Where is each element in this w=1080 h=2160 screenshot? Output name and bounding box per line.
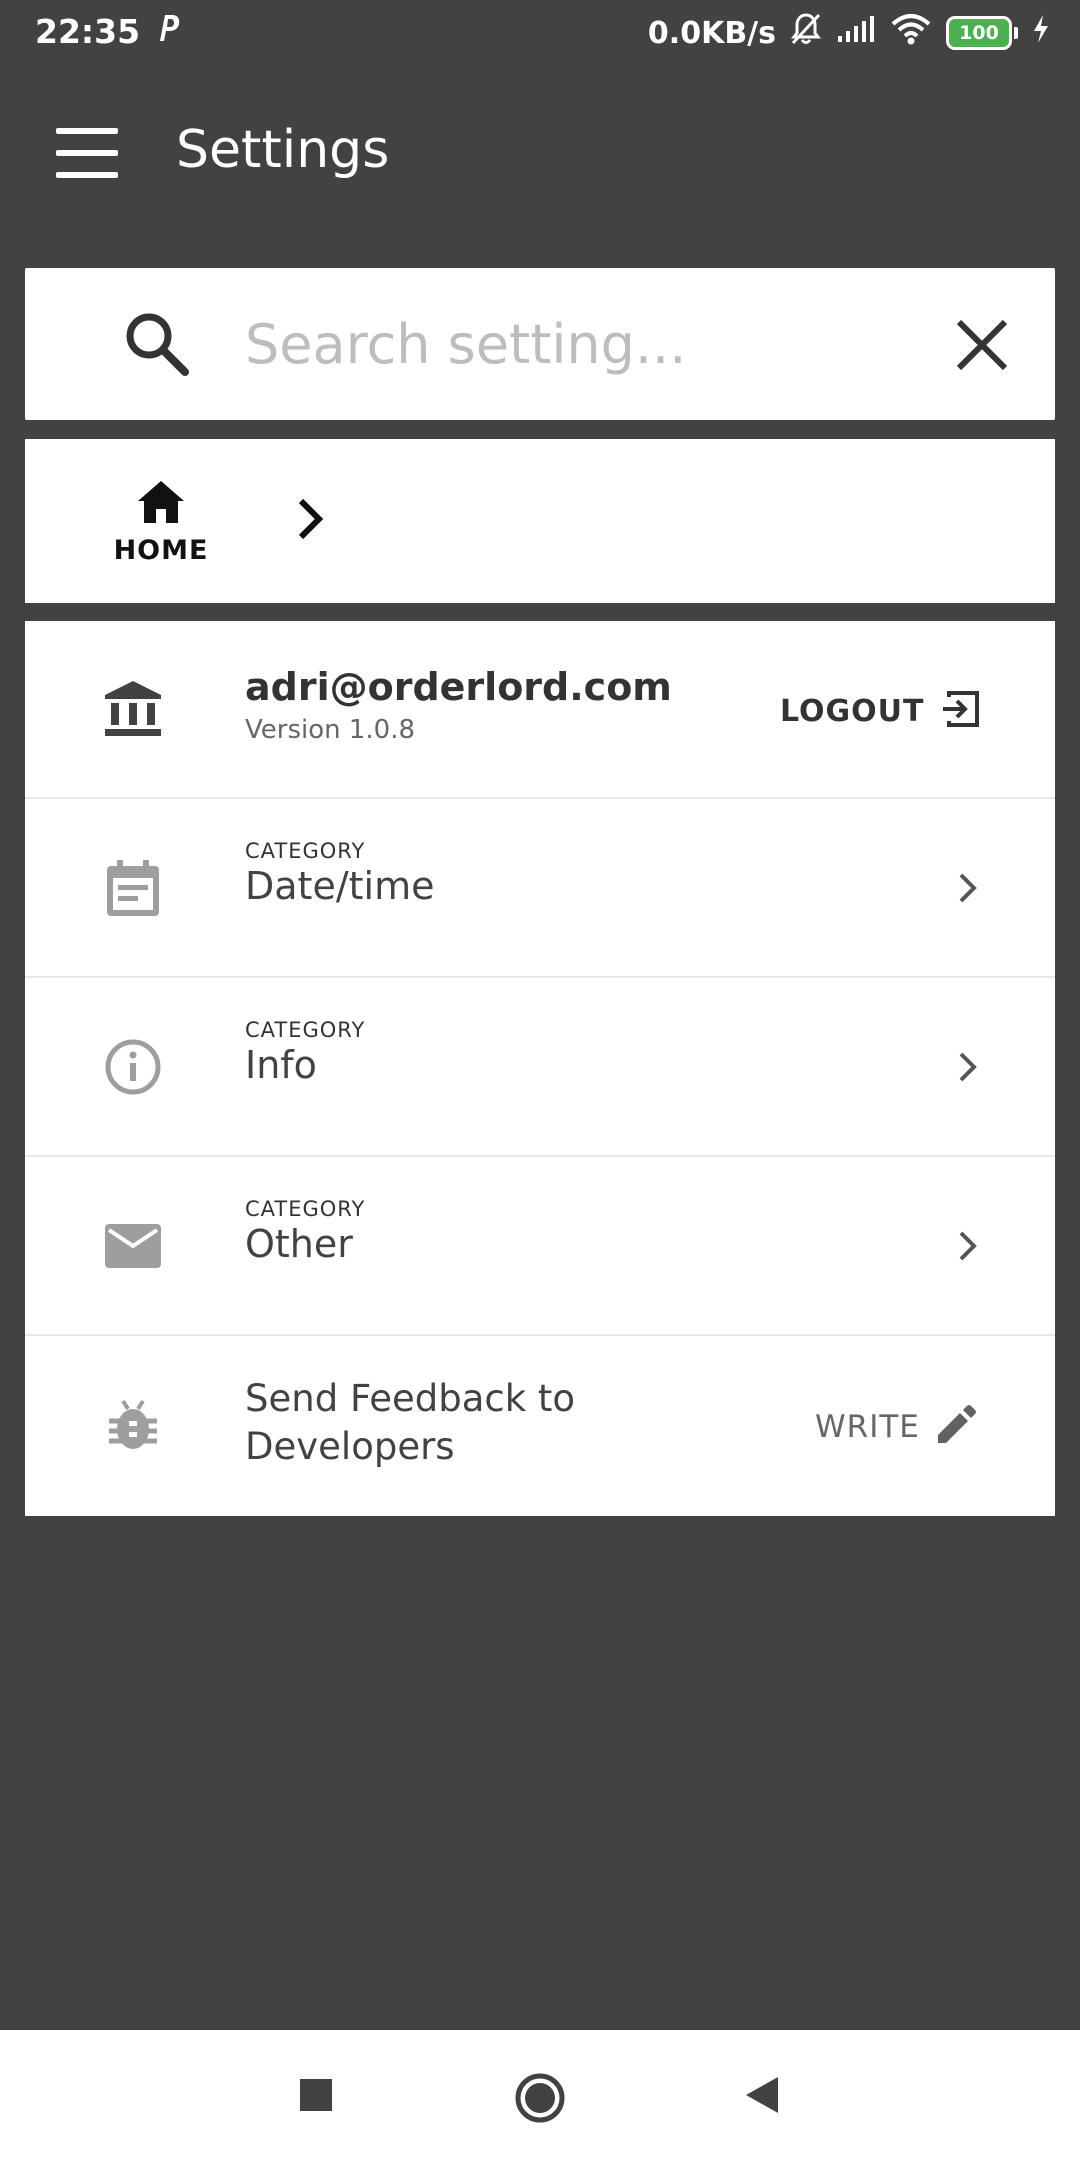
bank-icon (103, 679, 163, 739)
charging-icon (1032, 14, 1050, 52)
calendar-icon (103, 858, 163, 918)
category-label: Date/time (245, 864, 435, 908)
recents-button[interactable] (298, 2077, 334, 2117)
page-title: Settings (176, 120, 390, 180)
category-row-info[interactable]: CATEGORY Info (25, 979, 1055, 1157)
navigation-bar (0, 2030, 1080, 2160)
wifi-icon (890, 13, 932, 53)
info-icon (103, 1037, 163, 1097)
category-row-date-time[interactable]: CATEGORY Date/time (25, 800, 1055, 978)
battery-level: 100 (946, 16, 1012, 50)
settings-list: adri@orderlord.com Version 1.0.8 LOGOUT … (25, 621, 1055, 1516)
logout-icon (939, 687, 983, 735)
logout-button[interactable]: LOGOUT (780, 683, 983, 739)
app-version: Version 1.0.8 (245, 715, 416, 745)
home-button[interactable] (514, 2072, 566, 2128)
breadcrumb-home[interactable]: HOME (90, 479, 230, 579)
menu-icon[interactable] (54, 128, 120, 178)
feedback-title: Send Feedback to Developers (245, 1377, 576, 1468)
mail-icon (103, 1216, 163, 1276)
bug-icon (103, 1395, 163, 1455)
logout-label: LOGOUT (780, 693, 925, 729)
feedback-row: Send Feedback to Developers WRITE (25, 1337, 1055, 1515)
search-bar (25, 268, 1055, 420)
breadcrumb-home-label: HOME (113, 535, 209, 566)
home-icon (136, 479, 186, 525)
breadcrumb: HOME (25, 439, 1055, 603)
category-caption: CATEGORY (245, 1197, 366, 1221)
bell-off-icon (790, 12, 822, 54)
chevron-right-icon (945, 865, 991, 911)
category-row-other[interactable]: CATEGORY Other (25, 1158, 1055, 1336)
battery-icon: 100 (946, 16, 1018, 50)
pencil-icon (934, 1403, 978, 1451)
network-speed: 0.0KB/s (647, 15, 776, 51)
close-icon[interactable] (945, 308, 1019, 382)
chevron-right-icon (945, 1044, 991, 1090)
chevron-right-icon (287, 495, 335, 543)
write-feedback-button[interactable]: WRITE (815, 1399, 978, 1455)
category-caption: CATEGORY (245, 839, 366, 863)
search-icon (123, 310, 191, 378)
signal-icon (836, 14, 876, 52)
app-bar: Settings (0, 66, 1080, 242)
status-time: 22:35 (35, 12, 141, 51)
search-input[interactable] (245, 302, 885, 386)
chevron-right-icon (945, 1223, 991, 1269)
category-caption: CATEGORY (245, 1018, 366, 1042)
parking-icon (156, 12, 182, 51)
account-email: adri@orderlord.com (245, 665, 672, 709)
account-row: adri@orderlord.com Version 1.0.8 LOGOUT (25, 621, 1055, 799)
status-bar: 22:35 0.0KB/s 100 (0, 0, 1080, 66)
category-label: Info (245, 1043, 317, 1087)
category-label: Other (245, 1222, 353, 1266)
write-label: WRITE (815, 1409, 920, 1445)
back-button[interactable] (742, 2075, 780, 2119)
